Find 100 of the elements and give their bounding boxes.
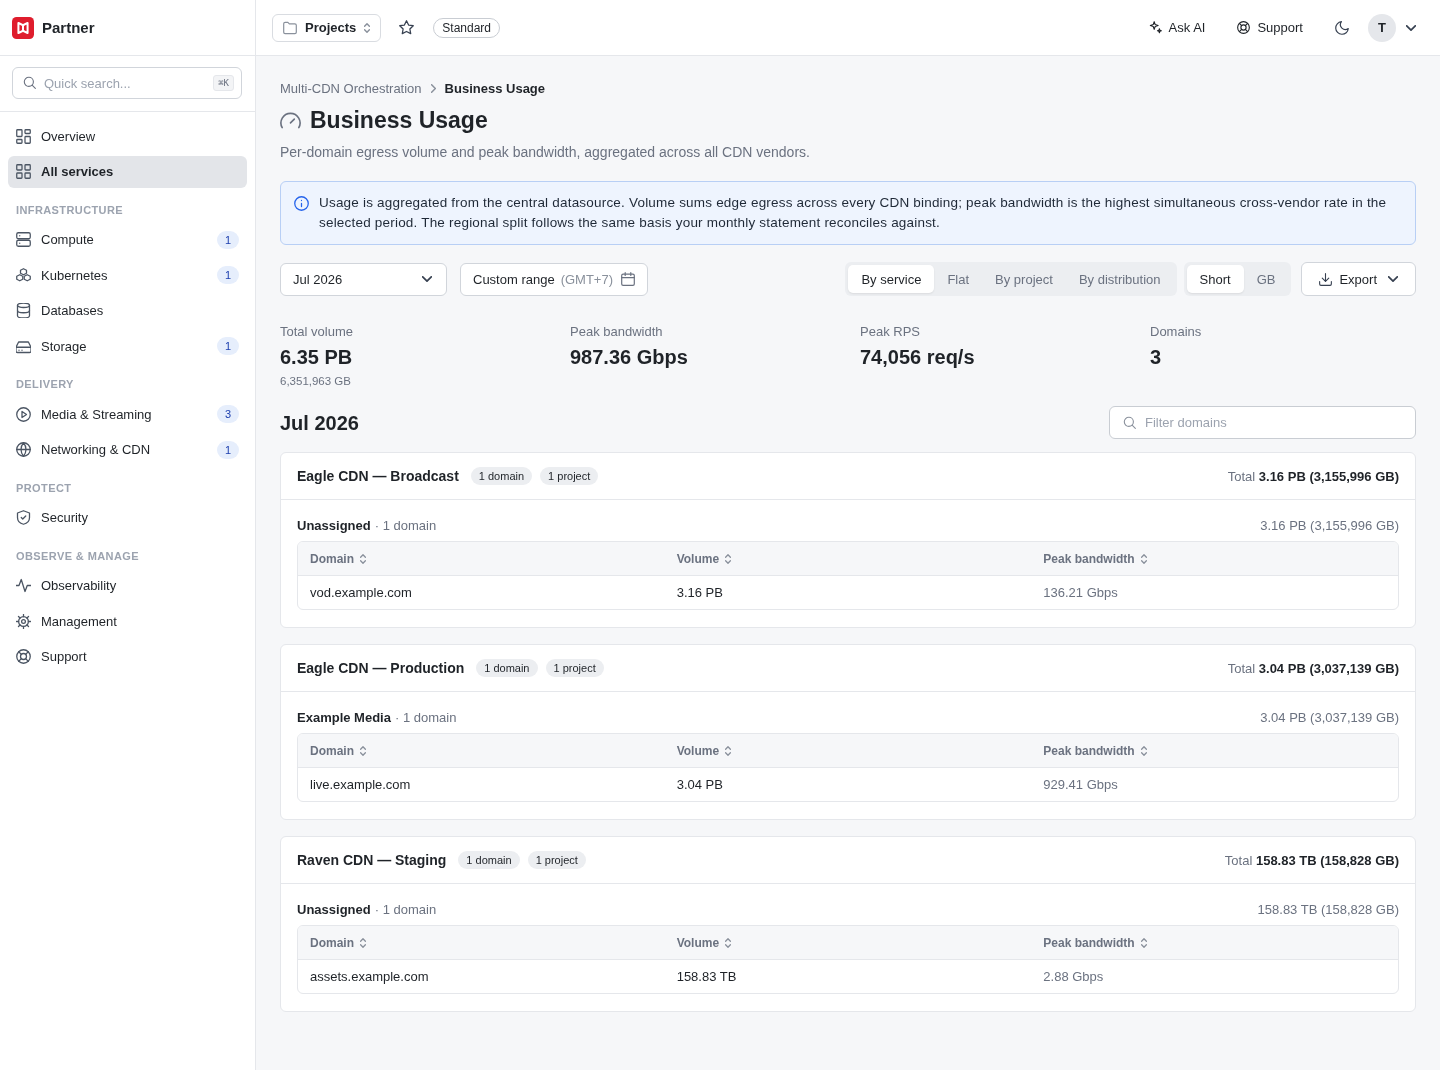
service-name: Eagle CDN — Broadcast — [297, 468, 459, 484]
nav-item[interactable]: Databases — [8, 294, 247, 327]
bandwidth-cell-text: 2.88 Gbps — [1042, 968, 1105, 986]
project-domain-count: · 1 domain — [374, 901, 437, 917]
chevron-down-icon — [1388, 276, 1398, 282]
moon-icon[interactable] — [1335, 20, 1349, 35]
page-title: Business Usage — [310, 106, 488, 135]
view-tab[interactable]: By service — [848, 265, 935, 293]
count-badge: 3 — [216, 405, 239, 423]
count-tag: 1 project — [545, 659, 604, 677]
export-button[interactable]: Export — [1301, 262, 1416, 296]
project-total: 3.04 PB (3,037,139 GB) — [1260, 709, 1399, 725]
chevron-down-icon — [422, 276, 432, 282]
nav-item[interactable]: Overview — [8, 120, 247, 152]
notice-text: Usage is aggregated from the central datasource. Volume sums edge egress across every CDN binding; peak bandwidth is the highest simultaneous cross-vendor rate in the selected period. The regional split follows the same basis your monthly statement reconciles against. — [319, 194, 1388, 232]
sort-icon — [1140, 554, 1147, 564]
domain-filter-field[interactable]: Filter domains — [1109, 406, 1416, 439]
breadcrumb-link[interactable]: Multi-CDN Orchestration — [280, 80, 422, 96]
project-total: 3.16 PB (3,155,996 GB) — [1260, 517, 1399, 533]
user-avatar[interactable]: T — [1368, 13, 1396, 42]
nav-item[interactable]: Support — [8, 640, 247, 673]
stat-value: 987.36 Gbps — [570, 345, 689, 370]
server-icon — [16, 232, 31, 247]
project-name: Unassigned — [297, 517, 371, 533]
nav-item[interactable]: Compute 1 — [8, 223, 247, 256]
unit-tab[interactable]: GB — [1243, 265, 1289, 293]
nav-item[interactable]: Management — [8, 605, 247, 637]
view-tab[interactable]: By distribution — [1065, 265, 1174, 293]
section-heading: PROTECT — [16, 480, 73, 496]
service-name: Eagle CDN — Production — [297, 660, 465, 676]
period-heading: Jul 2026 — [280, 410, 359, 436]
project-total: 158.83 TB (158,828 GB) — [1257, 901, 1399, 917]
section-heading: INFRASTRUCTURE — [16, 202, 125, 218]
nav-item[interactable]: Media & Streaming 3 — [8, 398, 247, 430]
column-header[interactable]: Peak bandwidth — [1043, 744, 1147, 758]
domain-cell-text: vod.example.com — [309, 584, 413, 602]
nav-item[interactable]: Storage 1 — [8, 330, 247, 362]
sort-icon — [360, 554, 366, 564]
nav-item[interactable]: Security — [8, 501, 247, 534]
nav-item[interactable]: All services — [8, 155, 247, 188]
settings-icon — [16, 613, 31, 629]
download-icon — [1319, 272, 1333, 286]
date-range-button[interactable]: Custom range (GMT+7) — [460, 262, 649, 296]
page-subtitle: Per-domain egress volume and peak bandwidth, aggregated across all CDN vendors. — [280, 143, 811, 162]
column-header[interactable]: Domain — [310, 744, 366, 758]
search-icon — [1123, 416, 1136, 429]
nav-item[interactable]: Networking & CDN 1 — [8, 433, 247, 466]
pulse-icon — [16, 578, 31, 593]
sort-icon — [725, 746, 732, 756]
sort-icon — [360, 938, 366, 948]
count-tag: 1 domain — [470, 467, 533, 485]
stat-label: Peak bandwidth — [570, 324, 664, 340]
count-badge: 1 — [216, 337, 239, 355]
support-button[interactable]: Support — [1237, 20, 1303, 35]
info-icon — [294, 196, 309, 211]
calendar-icon — [621, 272, 636, 286]
ask-ai-button[interactable]: Ask AI — [1148, 20, 1206, 35]
grid-icon — [16, 164, 31, 179]
star-icon[interactable] — [399, 20, 415, 35]
stat-label: Domains — [1150, 324, 1203, 340]
column-header[interactable]: Domain — [310, 936, 366, 950]
count-tag: 1 domain — [476, 659, 538, 677]
chevron-right-icon — [430, 83, 436, 93]
service-name: Raven CDN — Staging — [297, 852, 447, 868]
projects-button[interactable]: Projects — [272, 13, 382, 42]
count-tag: 1 domain — [458, 851, 520, 869]
service-total: Total 3.16 PB (3,155,996 GB) — [1227, 468, 1399, 484]
drive-icon — [16, 338, 31, 354]
volume-cell-text: 158.83 TB — [675, 968, 738, 986]
domain-cell-text: live.example.com — [309, 776, 412, 794]
breadcrumb-current: Business Usage — [444, 80, 546, 96]
column-header[interactable]: Peak bandwidth — [1043, 936, 1147, 950]
gauge-icon — [280, 111, 301, 129]
section-heading: OBSERVE & MANAGE — [16, 548, 140, 564]
column-header[interactable]: Volume — [676, 552, 732, 566]
month-select[interactable]: Jul 2026 — [280, 262, 447, 296]
unit-tab[interactable]: Short — [1186, 265, 1244, 293]
sort-icon — [725, 554, 732, 564]
project-name: Example Media — [297, 709, 391, 725]
logo-icon — [12, 16, 34, 39]
nav-item[interactable]: Kubernetes 1 — [8, 259, 247, 291]
column-header[interactable]: Peak bandwidth — [1043, 552, 1147, 566]
service-total: Total 158.83 TB (158,828 GB) — [1224, 852, 1399, 868]
sort-icon — [360, 746, 366, 756]
project-domain-count: · 1 domain — [374, 517, 437, 533]
chevron-down-icon[interactable] — [1406, 24, 1416, 31]
column-header[interactable]: Domain — [310, 552, 366, 566]
stat-label: Total volume — [280, 324, 354, 340]
service-total: Total 3.04 PB (3,037,139 GB) — [1227, 660, 1399, 676]
column-header[interactable]: Volume — [676, 744, 732, 758]
stat-value: 3 — [1150, 345, 1163, 370]
view-tab[interactable]: Flat — [934, 265, 983, 293]
view-tab[interactable]: By project — [982, 265, 1066, 293]
lifebuoy-icon — [1237, 21, 1251, 34]
stat-label: Peak RPS — [860, 324, 921, 340]
layout-icon — [16, 128, 31, 144]
column-header[interactable]: Volume — [676, 936, 732, 950]
nav-item[interactable]: Observability — [8, 569, 247, 602]
domain-cell-text: assets.example.com — [309, 968, 430, 986]
cubes-icon — [16, 267, 31, 283]
